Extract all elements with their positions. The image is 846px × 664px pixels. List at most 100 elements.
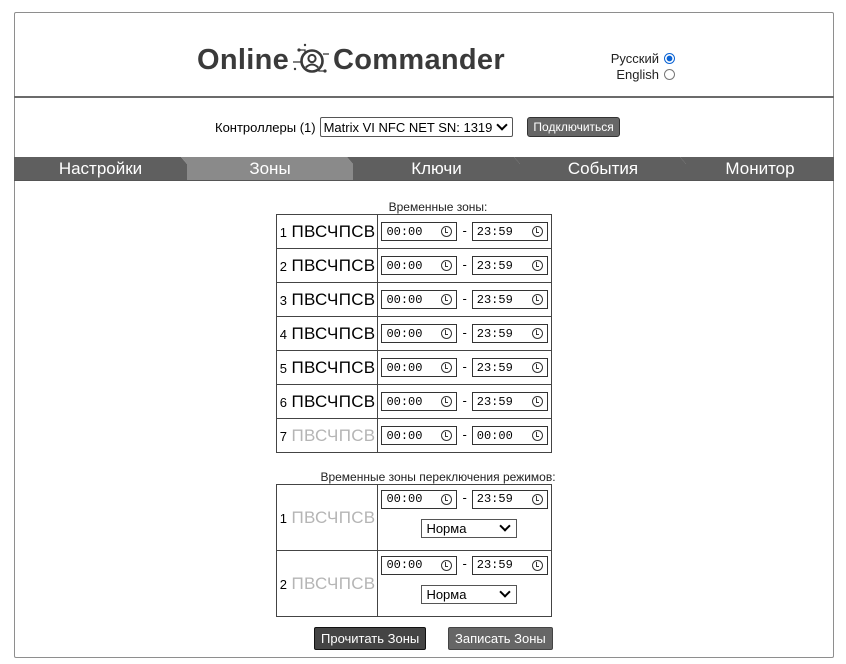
lang-option-en[interactable]: English — [616, 67, 675, 82]
time-range-cell: 00:00 -23:59 — [377, 384, 552, 419]
time-input[interactable]: 23:59 — [471, 392, 548, 412]
time-value: 23:59 — [476, 360, 513, 375]
days-cell: 7 ПВСЧПСВ — [275, 418, 379, 453]
controller-select[interactable]: Matrix VI NFC NET SN: 1319 — [319, 117, 514, 137]
time-input[interactable]: 23:59 — [471, 358, 548, 378]
time-range-cell: 00:00 -23:59 — [377, 350, 552, 385]
time-input[interactable]: 00:00 — [381, 256, 458, 276]
time-zone-row: 2 ПВСЧПСВ 00:00 -23:59 — [275, 248, 552, 283]
row-index: 7 — [279, 428, 287, 444]
clock-icon — [441, 559, 453, 571]
controllers-label: Контроллеры (1) — [215, 119, 316, 135]
time-input[interactable]: 00:00 — [381, 290, 458, 310]
time-input[interactable]: 23:59 — [471, 256, 548, 276]
write-zones-button[interactable]: Записать Зоны — [448, 627, 553, 650]
row-index: 6 — [279, 394, 287, 410]
time-mode-cell: 00:00 -23:59 Норма — [377, 550, 552, 617]
row-index: 1 — [279, 224, 287, 240]
tab-settings[interactable]: Настройки — [14, 157, 187, 181]
time-input[interactable]: 00:00 — [381, 358, 458, 378]
time-input[interactable]: 23:59 — [471, 222, 548, 242]
time-value: 23:59 — [476, 558, 513, 572]
time-input[interactable]: 23:59 — [471, 324, 548, 344]
weekday-toggles[interactable]: ПВСЧПСВ — [291, 508, 375, 527]
time-value: 00:00 — [476, 428, 513, 443]
range-dash: - — [462, 426, 467, 442]
time-input[interactable]: 23:59 — [471, 555, 548, 575]
time-value: 00:00 — [386, 326, 423, 341]
read-zones-button[interactable]: Прочитать Зоны — [314, 627, 427, 650]
clock-icon — [441, 294, 453, 306]
time-zones-title: Временные зоны: — [388, 200, 488, 214]
chevron-down-icon — [499, 520, 512, 532]
logo-text-left: Online — [197, 43, 290, 76]
weekday-toggles[interactable]: ПВСЧПСВ — [291, 324, 375, 343]
time-value: 00:00 — [386, 394, 423, 409]
time-value: 00:00 — [386, 360, 423, 375]
tab-monitor[interactable]: Монитор — [686, 157, 834, 181]
clock-icon — [531, 559, 543, 571]
time-value: 23:59 — [476, 326, 513, 341]
tab-events[interactable]: События — [520, 157, 686, 181]
mode-zone-row: 1 ПВСЧПСВ 00:00 -23:59 Норма — [275, 484, 552, 551]
weekday-toggles[interactable]: ПВСЧПСВ — [291, 290, 375, 309]
time-input[interactable]: 00:00 — [381, 392, 458, 412]
weekday-toggles[interactable]: ПВСЧПСВ — [291, 256, 375, 275]
time-value: 23:59 — [476, 258, 513, 273]
time-input[interactable]: 00:00 — [381, 555, 458, 575]
days-cell: 1 ПВСЧПСВ — [275, 484, 379, 551]
row-index: 2 — [279, 576, 287, 592]
mode-select[interactable]: Норма — [421, 584, 518, 604]
time-zone-row: 5 ПВСЧПСВ 00:00 -23:59 — [275, 350, 552, 385]
time-input[interactable]: 00:00 — [381, 222, 458, 242]
clock-icon — [441, 493, 453, 505]
weekday-toggles[interactable]: ПВСЧПСВ — [291, 358, 375, 377]
time-value: 00:00 — [386, 292, 423, 307]
clock-icon — [531, 396, 543, 408]
weekday-toggles[interactable]: ПВСЧПСВ — [291, 222, 375, 241]
days-cell: 5 ПВСЧПСВ — [275, 350, 379, 385]
lang-radio-en[interactable] — [664, 69, 675, 80]
range-dash: - — [462, 256, 467, 272]
range-dash: - — [462, 324, 467, 340]
weekday-toggles[interactable]: ПВСЧПСВ — [291, 392, 375, 411]
controller-bar: Контроллеры (1) Matrix VI NFC NET SN: 13… — [215, 117, 620, 137]
time-zone-row: 4 ПВСЧПСВ 00:00 -23:59 — [275, 316, 552, 351]
time-value: 23:59 — [476, 224, 513, 239]
clock-icon — [531, 328, 543, 340]
tab-keys[interactable]: Ключи — [353, 157, 520, 181]
days-cell: 1 ПВСЧПСВ — [275, 214, 379, 249]
time-zone-row: 1 ПВСЧПСВ 00:00 -23:59 — [275, 214, 552, 249]
clock-icon — [531, 362, 543, 374]
row-index: 3 — [279, 292, 287, 308]
weekday-toggles[interactable]: ПВСЧПСВ — [291, 574, 375, 593]
time-value: 00:00 — [386, 428, 423, 443]
time-input[interactable]: 23:59 — [471, 489, 548, 509]
time-input[interactable]: 00:00 — [471, 426, 548, 446]
mode-select[interactable]: Норма — [421, 518, 518, 538]
clock-icon — [531, 260, 543, 272]
mode-select-value: Норма — [426, 586, 467, 602]
clock-icon — [441, 328, 453, 340]
time-value: 23:59 — [476, 492, 513, 506]
clock-icon — [441, 260, 453, 272]
lang-label-en: English — [616, 67, 659, 82]
lang-radio-ru[interactable] — [664, 53, 675, 64]
tab-bar: Настройки Зоны Ключи События Монитор — [14, 157, 834, 181]
range-dash: - — [462, 556, 467, 571]
time-value: 00:00 — [386, 258, 423, 273]
time-value: 23:59 — [476, 292, 513, 307]
clock-icon — [531, 493, 543, 505]
days-cell: 2 ПВСЧПСВ — [275, 550, 379, 617]
tab-zones[interactable]: Зоны — [187, 157, 353, 181]
clock-icon — [531, 226, 543, 238]
time-input[interactable]: 00:00 — [381, 324, 458, 344]
chevron-down-icon — [499, 586, 512, 598]
time-input[interactable]: 00:00 — [381, 426, 458, 446]
time-input[interactable]: 23:59 — [471, 290, 548, 310]
weekday-toggles[interactable]: ПВСЧПСВ — [291, 426, 375, 445]
time-range-cell: 00:00 -23:59 — [377, 282, 552, 317]
time-input[interactable]: 00:00 — [381, 489, 458, 509]
connect-button[interactable]: Подключиться — [527, 117, 620, 137]
lang-option-ru[interactable]: Русский — [611, 51, 675, 66]
